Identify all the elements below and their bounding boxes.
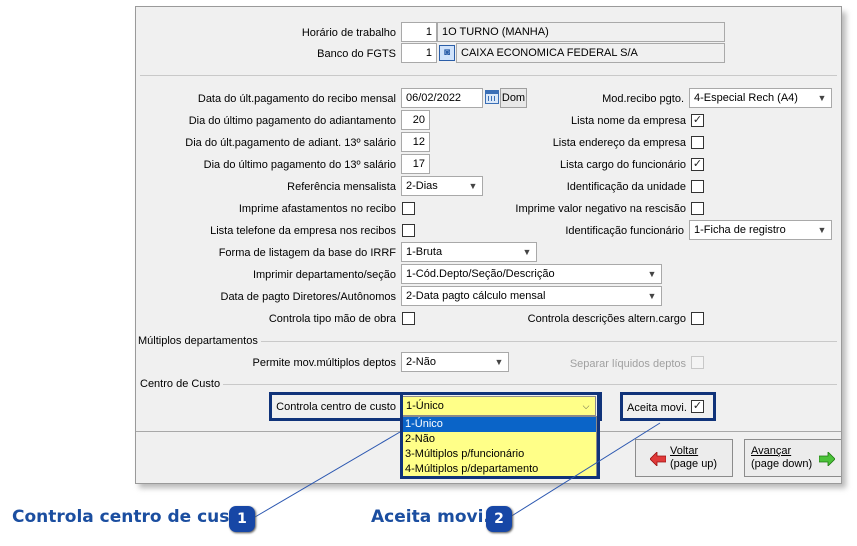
callout-lines <box>254 422 661 518</box>
callout-2-badge: 2 <box>486 506 512 532</box>
callout-2-text: Aceita movi. <box>371 507 490 527</box>
callout-1-badge: 1 <box>229 506 255 532</box>
callout-1-text: Controla centro de custo <box>12 507 250 527</box>
